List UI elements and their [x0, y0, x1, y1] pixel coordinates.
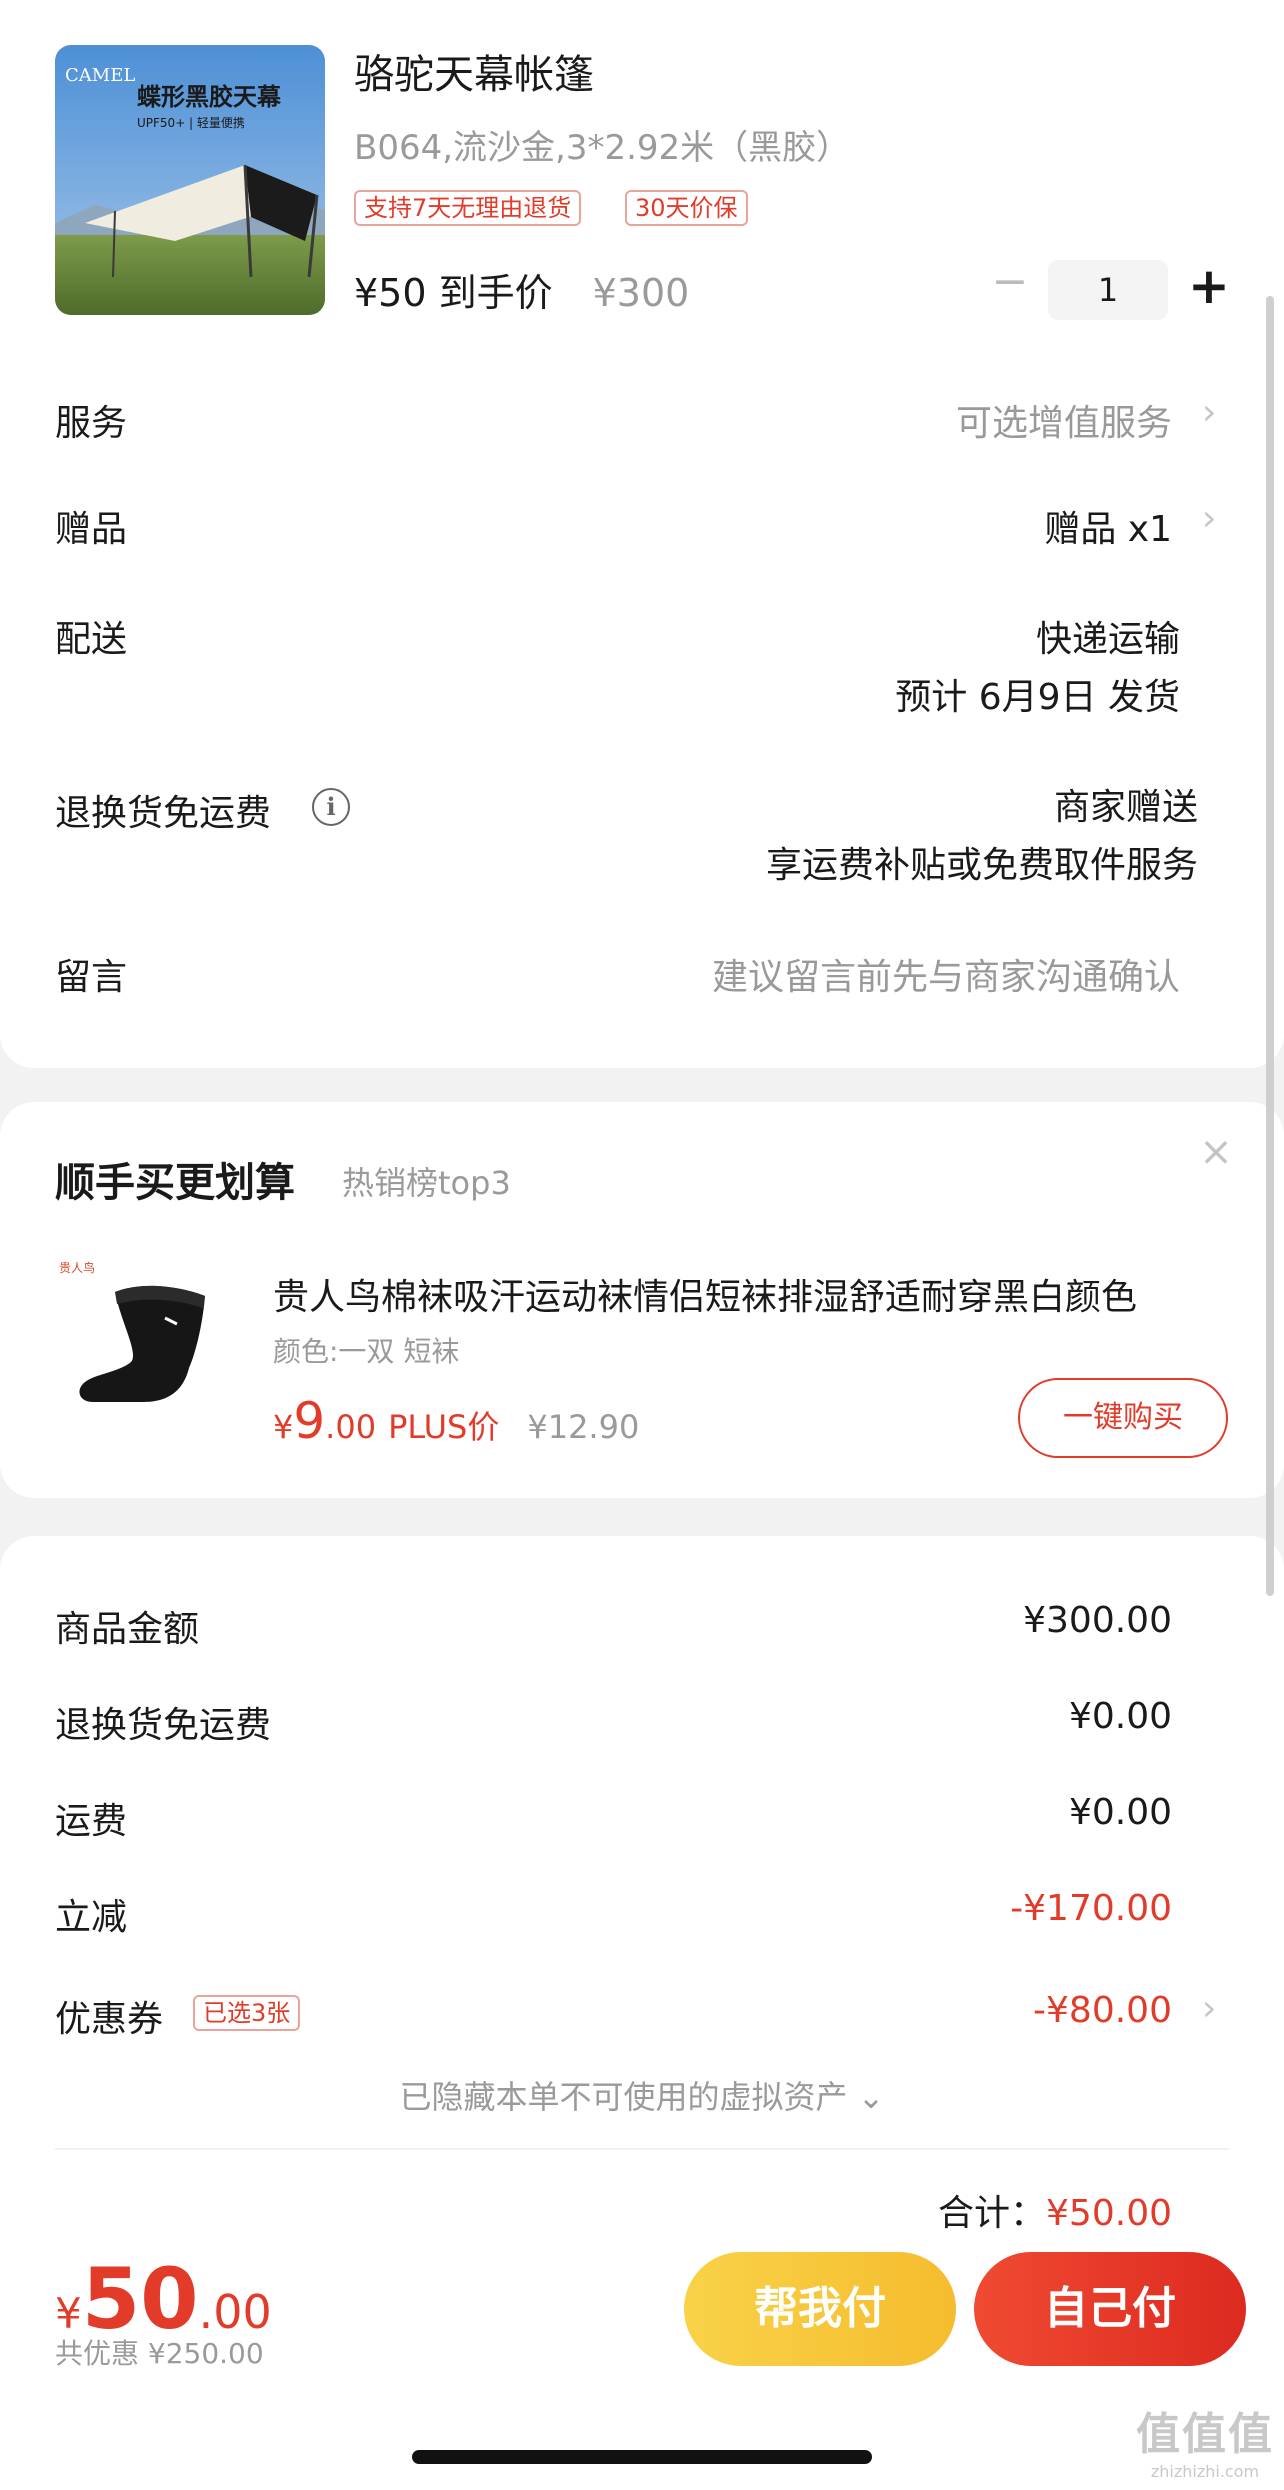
coupon-count-badge: 已选3张 — [193, 1995, 301, 2031]
price-protect-tag: 30天价保 — [625, 190, 748, 226]
original-price: ¥300 — [592, 271, 690, 315]
sock-image: 贵人鸟 — [59, 1260, 205, 1402]
scrollbar[interactable] — [1266, 296, 1274, 1596]
pay-myself-button[interactable]: 自己付 — [974, 2252, 1246, 2366]
return-policy-tag: 支持7天无理由退货 — [354, 190, 582, 226]
coupon-value[interactable]: -¥80.00 — [1033, 1990, 1172, 2031]
gift-chevron-icon[interactable]: › — [1202, 498, 1216, 539]
watermark: 值值值 zhizhizhi.com — [1132, 2398, 1278, 2481]
return-fee-value: ¥0.00 — [1068, 1696, 1172, 1737]
coupon-label: 优惠券 — [55, 1999, 164, 2040]
discount-value: -¥170.00 — [1010, 1888, 1172, 1929]
help-me-pay-button[interactable]: 帮我付 — [684, 2252, 956, 2366]
return-shipping-label: 退换货免运费 — [55, 793, 272, 834]
tent-image: CAMEL 蝶形黑胶天幕 UPF50+ | 轻量便携 — [55, 45, 325, 315]
quantity-decrease-button[interactable]: − — [990, 260, 1030, 308]
product-spec[interactable]: B064,流沙金,3*2.92米（黑胶） — [354, 120, 850, 169]
quantity-input[interactable]: 1 — [1048, 260, 1168, 320]
close-icon[interactable]: × — [1196, 1132, 1236, 1172]
price-integer: 9 — [293, 1392, 326, 1450]
image-title-text: 蝶形黑胶天幕 — [137, 83, 282, 111]
recommend-was-price: ¥12.90 — [527, 1408, 640, 1446]
image-badge-text: UPF50+ | 轻量便携 — [137, 115, 245, 130]
plus-price-label: PLUS价 — [388, 1408, 500, 1446]
message-label: 留言 — [55, 957, 128, 998]
divider — [55, 2148, 1229, 2150]
final-price: ¥50 到手价 — [354, 271, 553, 315]
total-line: 合计：¥50.00 — [938, 2184, 1172, 2236]
goods-amount-value: ¥300.00 — [1023, 1600, 1172, 1641]
return-shipping-value: 商家赠送 — [1053, 787, 1198, 828]
one-click-buy-button[interactable]: 一键购买 — [1018, 1378, 1228, 1458]
return-fee-label: 退换货免运费 — [55, 1705, 272, 1746]
info-icon[interactable]: i — [312, 788, 350, 826]
recommend-subtitle: 热销榜top3 — [342, 1164, 511, 1202]
product-price-row: ¥50 到手价 ¥300 — [354, 262, 689, 317]
home-indicator[interactable] — [412, 2450, 872, 2464]
watermark-site: zhizhizhi.com — [1150, 2462, 1260, 2481]
recommend-item-price: ¥9.00 PLUS价 ¥12.90 — [273, 1392, 639, 1450]
service-value[interactable]: 可选增值服务 — [956, 394, 1172, 446]
shipping-value: ¥0.00 — [1068, 1792, 1172, 1833]
return-shipping-detail: 享运费补贴或免费取件服务 — [765, 845, 1198, 886]
brand-logo-text: 贵人鸟 — [59, 1260, 95, 1275]
discount-label: 立减 — [55, 1897, 128, 1938]
price-decimal: .00 — [325, 1408, 377, 1446]
watermark-logo: 值值值 — [1136, 2409, 1274, 2460]
quantity-increase-button[interactable]: + — [1186, 258, 1232, 314]
recommend-item-name[interactable]: 贵人鸟棉袜吸汗运动袜情侣短袜排湿舒适耐穿黑白颜色 — [273, 1268, 1233, 1320]
gift-label: 赠品 — [55, 509, 128, 550]
coupon-chevron-icon[interactable]: › — [1202, 1988, 1216, 2029]
delivery-method[interactable]: 快递运输 — [1036, 610, 1180, 662]
total-saved: 共优惠 ¥250.00 — [55, 2337, 264, 2370]
currency-symbol: ¥ — [55, 2289, 82, 2338]
product-thumbnail[interactable]: CAMEL 蝶形黑胶天幕 UPF50+ | 轻量便携 — [55, 45, 325, 315]
recommend-title: 顺手买更划算 — [55, 1160, 295, 1206]
amount-decimal: .00 — [198, 2285, 272, 2339]
shipping-label: 运费 — [55, 1801, 128, 1842]
total-label: 合计： — [938, 2193, 1047, 2234]
total-value: ¥50.00 — [1046, 2193, 1172, 2234]
goods-amount-label: 商品金额 — [55, 1609, 200, 1650]
sock-product-image[interactable]: 贵人鸟 — [55, 1250, 245, 1430]
service-chevron-icon[interactable]: › — [1202, 392, 1216, 433]
delivery-eta: 预计 6月9日 发货 — [895, 677, 1180, 718]
hidden-assets-toggle[interactable]: 已隐藏本单不可使用的虚拟资产 ⌄ — [0, 2072, 1284, 2118]
product-title[interactable]: 骆驼天幕帐篷 — [354, 42, 594, 100]
service-label: 服务 — [55, 403, 128, 444]
price-symbol: ¥ — [273, 1408, 294, 1446]
gift-value[interactable]: 赠品 x1 — [1044, 500, 1172, 552]
brand-text: CAMEL — [65, 65, 135, 86]
message-input[interactable]: 建议留言前先与商家沟通确认 — [712, 948, 1180, 1000]
delivery-label: 配送 — [55, 619, 128, 660]
recommend-item-spec: 颜色:一双 短袜 — [273, 1335, 460, 1368]
